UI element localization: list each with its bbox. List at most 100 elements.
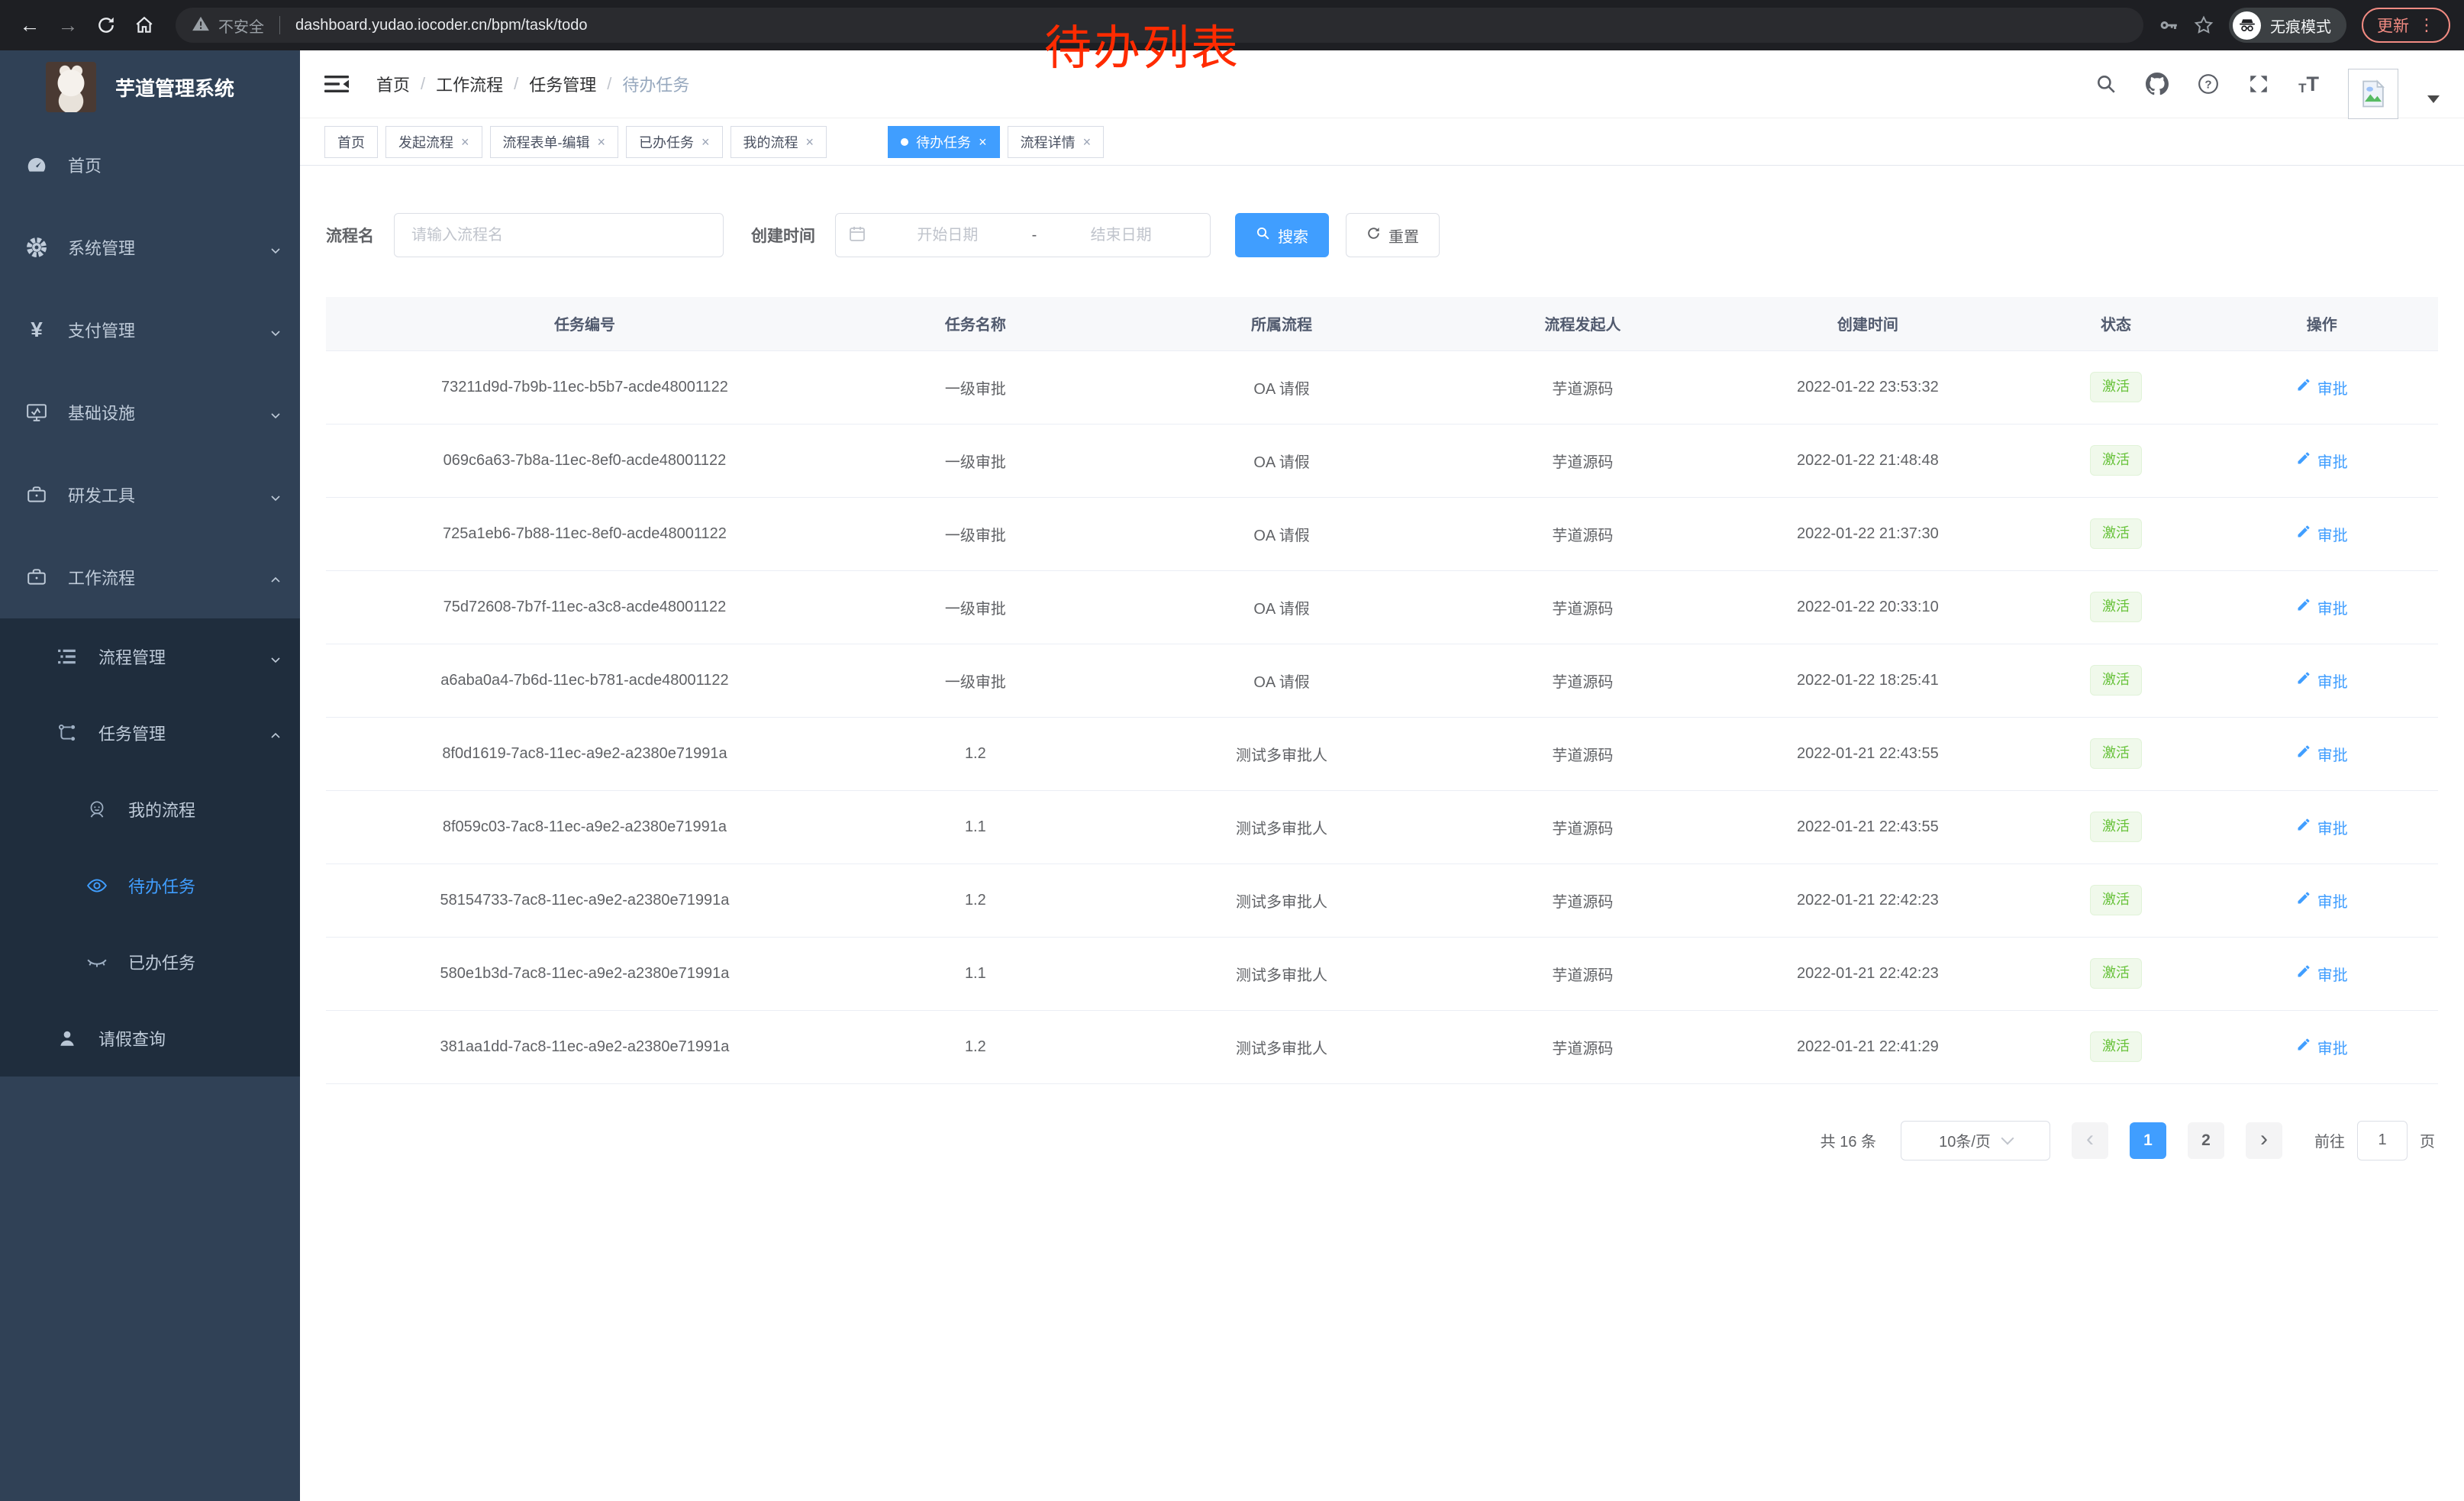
table-row: 069c6a63-7b8a-11ec-8ef0-acde48001122 一级审… bbox=[326, 424, 2438, 497]
page-button-2[interactable]: 2 bbox=[2188, 1122, 2224, 1159]
browser-update-button[interactable]: 更新 ⋮ bbox=[2362, 8, 2450, 43]
tab-start-process[interactable]: 发起流程 × bbox=[385, 126, 482, 158]
approve-button[interactable]: 审批 bbox=[2296, 1036, 2348, 1058]
process-name-input[interactable] bbox=[394, 213, 724, 257]
tab-done-tasks[interactable]: 已办任务 × bbox=[626, 126, 723, 158]
tab-close-icon[interactable]: × bbox=[979, 135, 987, 149]
page-size-select[interactable]: 10条/页 bbox=[1901, 1121, 2050, 1160]
app-logo-row[interactable]: 芋道管理系统 bbox=[0, 50, 300, 124]
cell-task-name: 1.2 bbox=[843, 1010, 1108, 1083]
breadcrumb-workflow[interactable]: 工作流程 bbox=[436, 72, 503, 96]
sidebar-collapse-icon[interactable] bbox=[324, 73, 349, 95]
bookmark-star-icon[interactable] bbox=[2194, 15, 2214, 35]
browser-reload-icon[interactable] bbox=[90, 9, 122, 41]
filter-form: 流程名 创建时间 - 搜索 bbox=[326, 213, 2438, 257]
prev-page-button[interactable]: ‹ bbox=[2072, 1122, 2108, 1159]
sidebar-item-label: 流程管理 bbox=[98, 644, 166, 669]
help-icon[interactable]: ? bbox=[2198, 73, 2219, 95]
cell-actions: 审批 bbox=[2206, 1010, 2438, 1083]
tab-label: 首页 bbox=[337, 132, 365, 152]
approve-button[interactable]: 审批 bbox=[2296, 670, 2348, 692]
table-header-row: 任务编号 任务名称 所属流程 流程发起人 创建时间 状态 操作 bbox=[326, 297, 2438, 350]
sidebar-item-dev-tools[interactable]: 研发工具 bbox=[0, 454, 300, 536]
tab-close-icon[interactable]: × bbox=[461, 135, 469, 149]
tabs-bar: 首页 发起流程 × 流程表单-编辑 × 已办任务 × 我的流程 × bbox=[300, 118, 2464, 166]
briefcase-icon bbox=[25, 567, 48, 588]
not-secure-label: 不安全 bbox=[218, 15, 264, 37]
approve-button[interactable]: 审批 bbox=[2296, 596, 2348, 618]
approve-button[interactable]: 审批 bbox=[2296, 889, 2348, 912]
browser-back-icon[interactable]: ← bbox=[14, 9, 46, 41]
cell-created: 2022-01-22 23:53:32 bbox=[1709, 350, 2026, 424]
avatar-caret-icon[interactable] bbox=[2427, 95, 2440, 103]
tab-home[interactable]: 首页 bbox=[324, 126, 378, 158]
cell-created: 2022-01-21 22:42:23 bbox=[1709, 863, 2026, 937]
browser-home-icon[interactable] bbox=[128, 9, 160, 41]
status-badge: 激活 bbox=[2090, 885, 2142, 915]
start-date-input[interactable] bbox=[871, 227, 1024, 244]
sidebar-item-task-management[interactable]: 任务管理 bbox=[0, 695, 300, 771]
address-bar[interactable]: 不安全 dashboard.yudao.iocoder.cn/bpm/task/… bbox=[176, 8, 2143, 43]
avatar[interactable] bbox=[2348, 69, 2398, 119]
cell-task-name: 1.2 bbox=[843, 863, 1108, 937]
navbar-actions: ? TT bbox=[2095, 49, 2440, 119]
sidebar-item-infrastructure[interactable]: 基础设施 bbox=[0, 371, 300, 454]
cell-status: 激活 bbox=[2026, 1010, 2205, 1083]
tab-close-icon[interactable]: × bbox=[1083, 135, 1092, 149]
cell-actions: 审批 bbox=[2206, 937, 2438, 1010]
tab-close-icon[interactable]: × bbox=[701, 135, 710, 149]
search-button[interactable]: 搜索 bbox=[1235, 213, 1329, 257]
chevron-down-icon bbox=[269, 241, 282, 253]
omnibox-divider bbox=[279, 16, 280, 34]
tab-process-detail[interactable]: 流程详情 × bbox=[1008, 126, 1105, 158]
sidebar-item-payment[interactable]: ¥ 支付管理 bbox=[0, 289, 300, 371]
tab-my-process[interactable]: 我的流程 × bbox=[730, 126, 827, 158]
col-actions: 操作 bbox=[2206, 297, 2438, 350]
goto-page-input[interactable] bbox=[2357, 1121, 2408, 1160]
fullscreen-icon[interactable] bbox=[2248, 73, 2269, 95]
approve-button[interactable]: 审批 bbox=[2296, 376, 2348, 399]
tab-close-icon[interactable]: × bbox=[806, 135, 814, 149]
github-icon[interactable] bbox=[2146, 73, 2169, 95]
sidebar-item-system[interactable]: 系统管理 bbox=[0, 206, 300, 289]
chevron-down-icon bbox=[269, 406, 282, 418]
font-size-icon[interactable]: TT bbox=[2298, 74, 2319, 95]
sidebar-item-home[interactable]: 首页 bbox=[0, 124, 300, 206]
date-range-picker[interactable]: - bbox=[835, 213, 1211, 257]
tab-close-icon[interactable]: × bbox=[598, 135, 606, 149]
next-page-button[interactable]: › bbox=[2246, 1122, 2282, 1159]
approve-button[interactable]: 审批 bbox=[2296, 450, 2348, 472]
chevron-up-icon bbox=[269, 571, 282, 583]
approve-button[interactable]: 审批 bbox=[2296, 523, 2348, 545]
sidebar-item-process-management[interactable]: 流程管理 bbox=[0, 618, 300, 695]
approve-label: 审批 bbox=[2317, 743, 2348, 765]
cell-starter: 芋道源码 bbox=[1456, 644, 1709, 717]
app-shell: 芋道管理系统 首页 系统管理 ¥ bbox=[0, 50, 2464, 1501]
browser-forward-icon[interactable]: → bbox=[52, 9, 84, 41]
workflow-submenu: 流程管理 任务管理 我的流程 bbox=[0, 618, 300, 1077]
tab-label: 流程详情 bbox=[1021, 132, 1076, 152]
approve-button[interactable]: 审批 bbox=[2296, 963, 2348, 985]
end-date-input[interactable] bbox=[1044, 227, 1198, 244]
sidebar-item-done-tasks[interactable]: 已办任务 bbox=[0, 924, 300, 1000]
approve-button[interactable]: 审批 bbox=[2296, 743, 2348, 765]
sidebar-item-todo-tasks[interactable]: 待办任务 bbox=[0, 847, 300, 924]
reset-button-label: 重置 bbox=[1388, 224, 1419, 247]
breadcrumb-task-management[interactable]: 任务管理 bbox=[529, 72, 596, 96]
tab-form-edit[interactable]: 流程表单-编辑 × bbox=[490, 126, 619, 158]
approve-button[interactable]: 审批 bbox=[2296, 816, 2348, 838]
page-button-1[interactable]: 1 bbox=[2130, 1122, 2166, 1159]
search-icon[interactable] bbox=[2095, 73, 2117, 95]
tab-todo-tasks[interactable]: 待办任务 × bbox=[888, 126, 1000, 158]
sidebar-item-workflow[interactable]: 工作流程 bbox=[0, 536, 300, 618]
password-key-icon[interactable] bbox=[2159, 15, 2179, 35]
browser-menu-dots-icon[interactable]: ⋮ bbox=[2418, 17, 2435, 34]
sidebar-item-my-process[interactable]: 我的流程 bbox=[0, 771, 300, 847]
sidebar-item-leave-query[interactable]: 请假查询 bbox=[0, 1000, 300, 1077]
refresh-icon bbox=[1366, 226, 1381, 245]
col-created: 创建时间 bbox=[1709, 297, 2026, 350]
reset-button[interactable]: 重置 bbox=[1346, 213, 1440, 257]
screen: ← → 不安全 dashboard.yudao.iocoder.cn/bpm/t… bbox=[0, 0, 2464, 1501]
edit-pencil-icon bbox=[2296, 1037, 2311, 1057]
breadcrumb-home[interactable]: 首页 bbox=[376, 72, 410, 96]
